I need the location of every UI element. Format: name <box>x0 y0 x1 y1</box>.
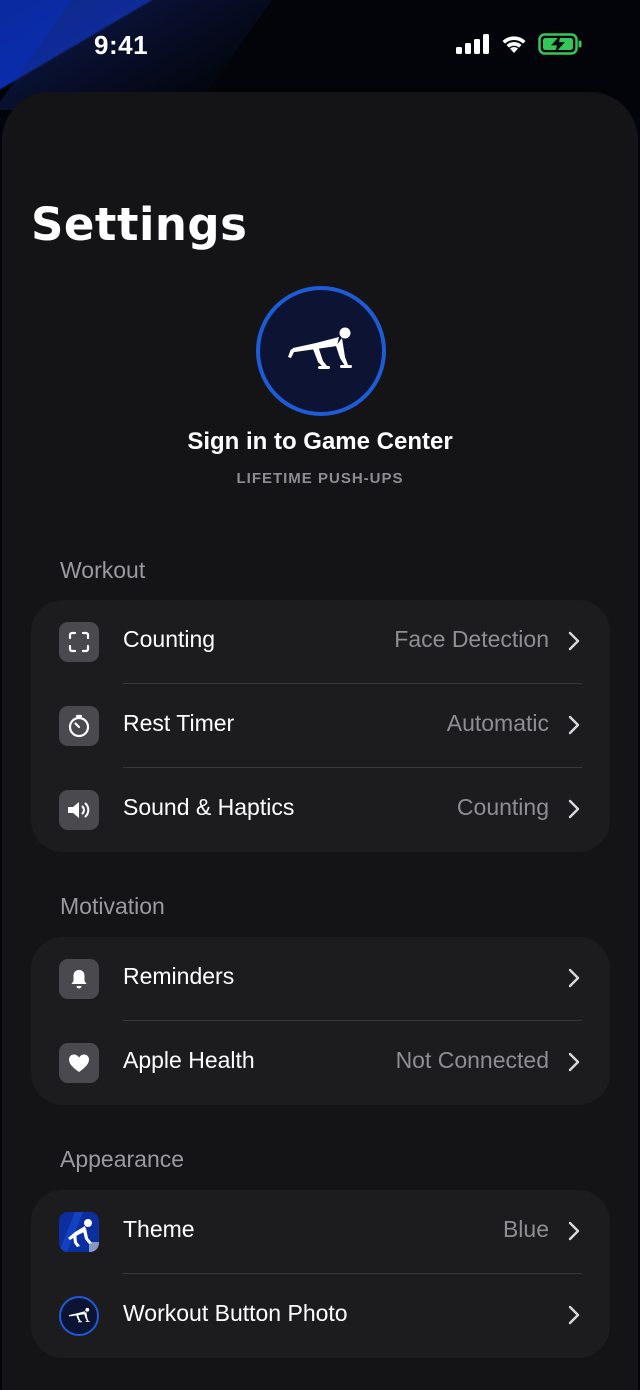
theme-thumbnail-icon <box>59 1212 99 1252</box>
game-center-avatar[interactable] <box>256 286 386 416</box>
settings-row-reminders[interactable]: Reminders <box>31 937 610 1021</box>
settings-row-counting[interactable]: Counting Face Detection <box>31 600 610 684</box>
chevron-right-icon <box>568 1221 580 1241</box>
settings-row-value: Blue <box>502 1216 549 1242</box>
settings-row-label: Workout Button Photo <box>123 1300 348 1326</box>
settings-screen: 9:41 Settings Sign in to Game Center LIF… <box>0 0 640 1390</box>
settings-row-value: Face Detection <box>394 626 549 652</box>
section-label-appearance: Appearance <box>60 1146 185 1172</box>
section-label-workout: Workout <box>60 557 146 583</box>
section-label-motivation: Motivation <box>60 893 165 919</box>
chevron-right-icon <box>568 968 580 988</box>
settings-row-rest-timer[interactable]: Rest Timer Automatic <box>31 684 610 768</box>
lifetime-pushups-label: LIFETIME PUSH-UPS <box>236 470 404 487</box>
settings-row-label: Sound & Haptics <box>123 794 295 820</box>
cellular-signal-icon <box>456 34 489 54</box>
workout-settings-group: Counting Face Detection Rest Timer Autom… <box>31 600 610 852</box>
status-bar: 9:41 <box>0 0 640 92</box>
page-title: Settings <box>31 198 248 251</box>
chevron-right-icon <box>568 1052 580 1072</box>
settings-row-label: Theme <box>123 1216 195 1242</box>
settings-row-value: Automatic <box>446 710 549 736</box>
settings-row-label: Counting <box>123 626 216 652</box>
pushup-figure-icon <box>288 327 352 369</box>
settings-row-label: Reminders <box>123 963 235 989</box>
wifi-icon <box>502 35 526 53</box>
game-center-signin-link[interactable]: Sign in to Game Center <box>0 428 640 456</box>
workout-button-icon <box>59 1296 99 1336</box>
bell-icon <box>59 959 99 999</box>
appearance-settings-group: Theme Blue Workout Button Photo <box>31 1190 610 1358</box>
settings-row-apple-health[interactable]: Apple Health Not Connected <box>31 1021 610 1105</box>
status-time: 9:41 <box>94 30 149 60</box>
face-scan-icon <box>59 622 99 662</box>
settings-row-workout-button-photo[interactable]: Workout Button Photo <box>31 1274 610 1358</box>
motivation-settings-group: Reminders Apple Health Not Connected <box>31 937 610 1105</box>
chevron-right-icon <box>568 631 580 651</box>
status-icons <box>456 33 582 55</box>
chevron-right-icon <box>568 715 580 735</box>
settings-row-theme[interactable]: Theme Blue <box>31 1190 610 1274</box>
settings-row-label: Rest Timer <box>123 710 235 736</box>
chevron-right-icon <box>568 799 580 819</box>
timer-icon <box>59 706 99 746</box>
settings-row-value: Counting <box>456 794 549 820</box>
chevron-right-icon <box>568 1305 580 1325</box>
settings-row-label: Apple Health <box>123 1047 255 1073</box>
settings-row-value: Not Connected <box>395 1047 549 1073</box>
battery-charging-icon <box>538 33 582 55</box>
settings-row-sound-haptics[interactable]: Sound & Haptics Counting <box>31 768 610 852</box>
speaker-icon <box>59 790 99 830</box>
heart-icon <box>59 1043 99 1083</box>
